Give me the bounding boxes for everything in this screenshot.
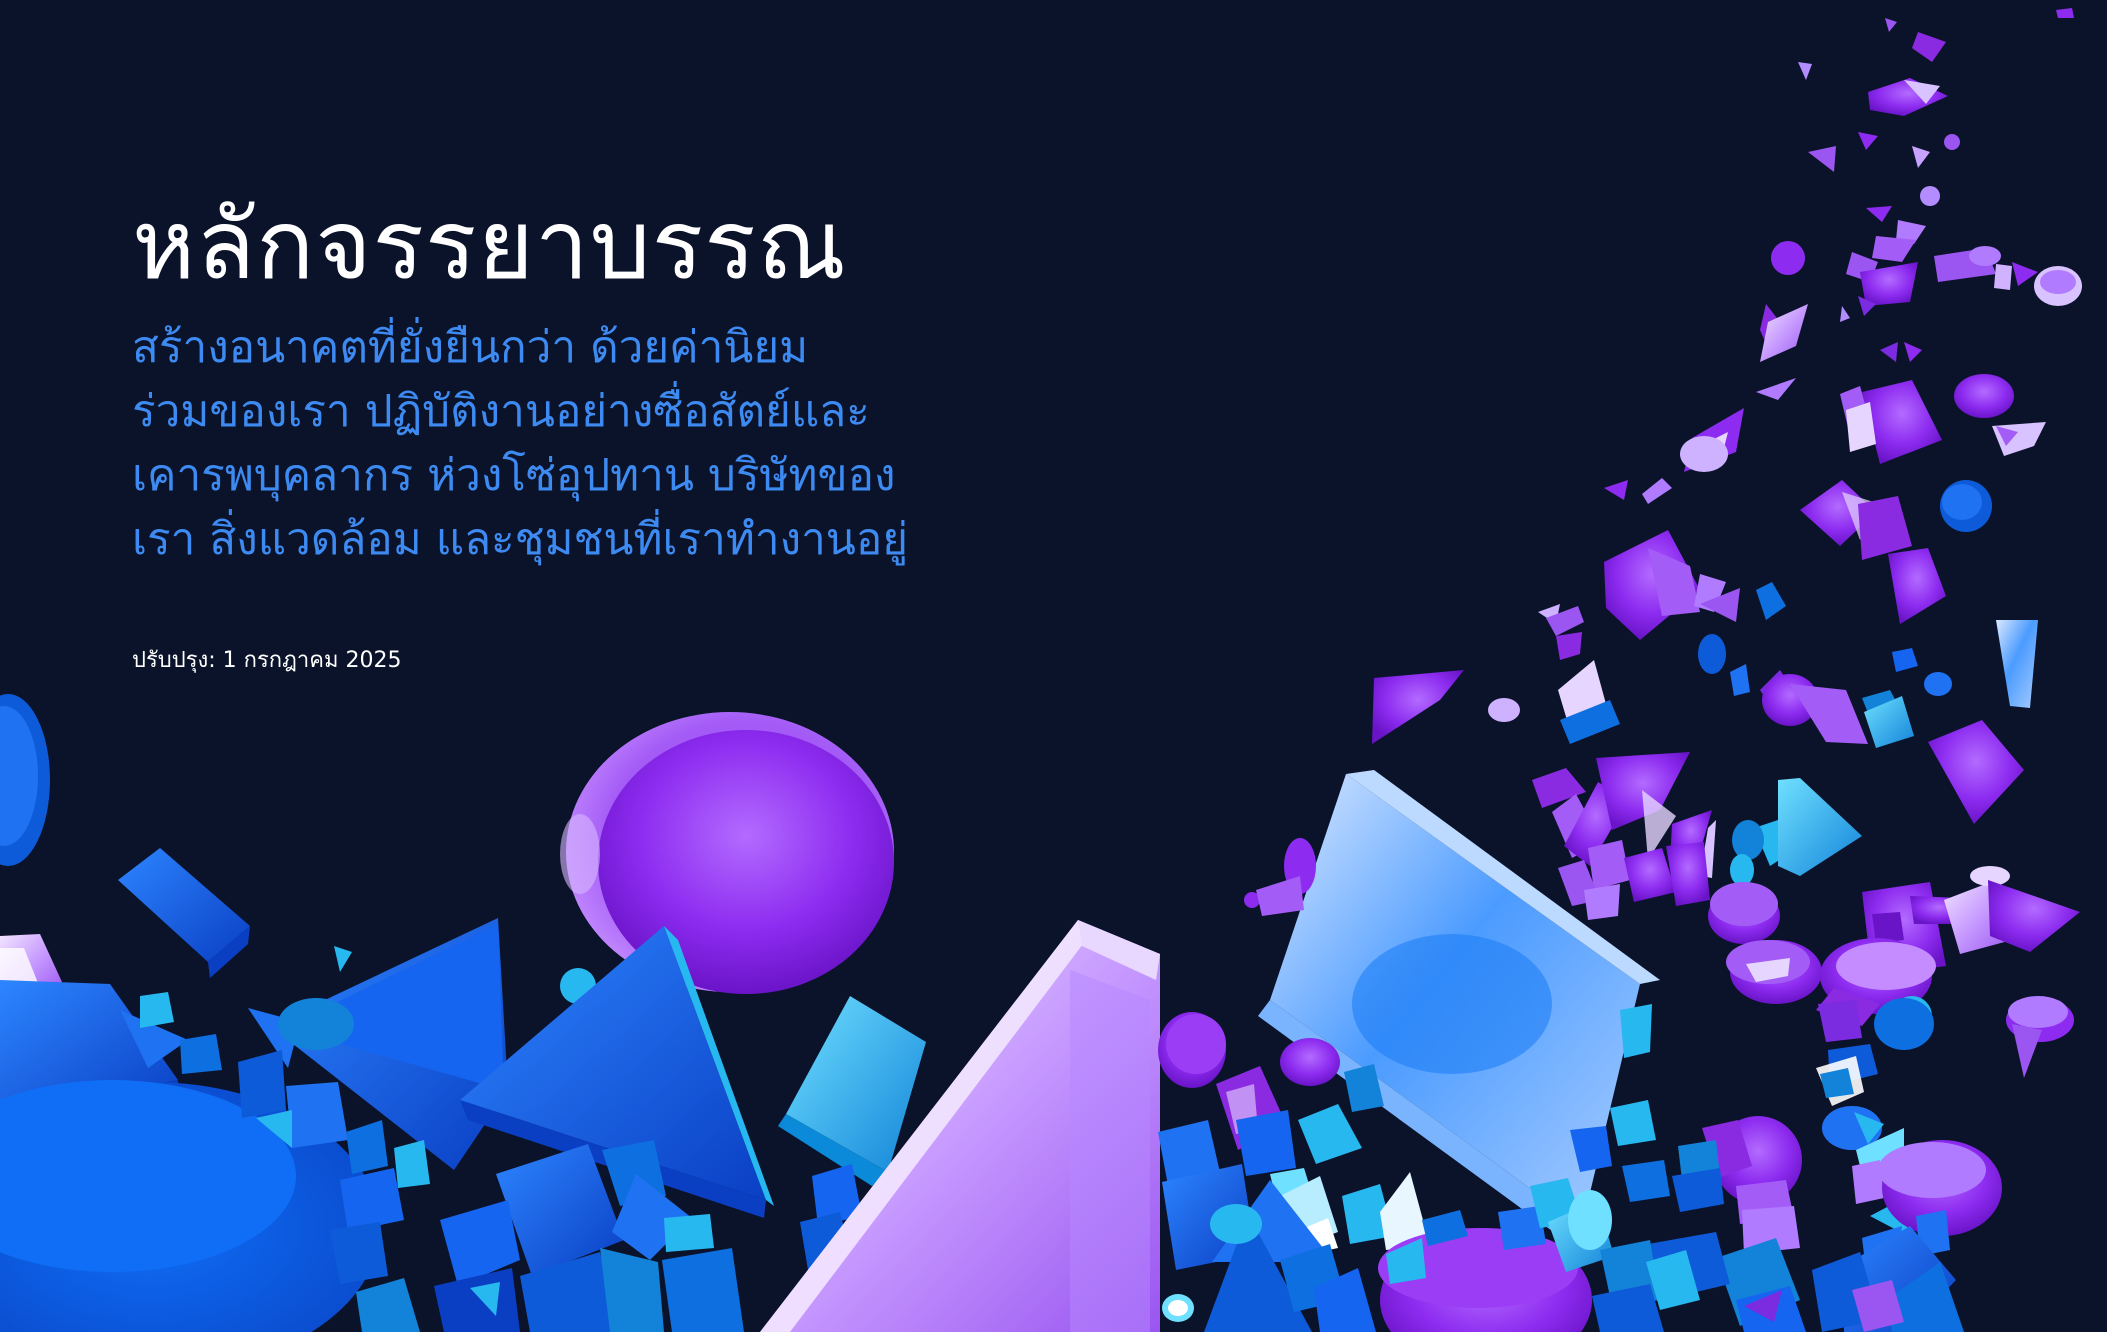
subtitle-line: สร้างอนาคตที่ยั่งยืนกว่า ด้วยค่านิยม [132, 322, 809, 373]
cover-page: หลักจรรยาบรรณ สร้างอนาคตที่ยั่งยืนกว่า ด… [0, 0, 2107, 1332]
subtitle-line: เรา สิ่งแวดล้อม และชุมชนที่เราทำงานอยู่ [132, 514, 909, 565]
subtitle-line: เคารพบุคลากร ห่วงโซ่อุปทาน บริษัทของ [132, 450, 896, 501]
updated-date: ปรับปรุง: 1 กรกฎาคม 2025 [132, 648, 402, 673]
document-subtitle: สร้างอนาคตที่ยั่งยืนกว่า ด้วยค่านิยม ร่ว… [132, 316, 1032, 572]
cover-text: หลักจรรยาบรรณ สร้างอนาคตที่ยั่งยืนกว่า ด… [132, 180, 1032, 677]
left-shapes [0, 694, 508, 1332]
subtitle-line: ร่วมของเรา ปฏิบัติงานอย่างซื่อสัตย์และ [132, 386, 870, 437]
document-title: หลักจรรยาบรรณ [132, 189, 847, 301]
